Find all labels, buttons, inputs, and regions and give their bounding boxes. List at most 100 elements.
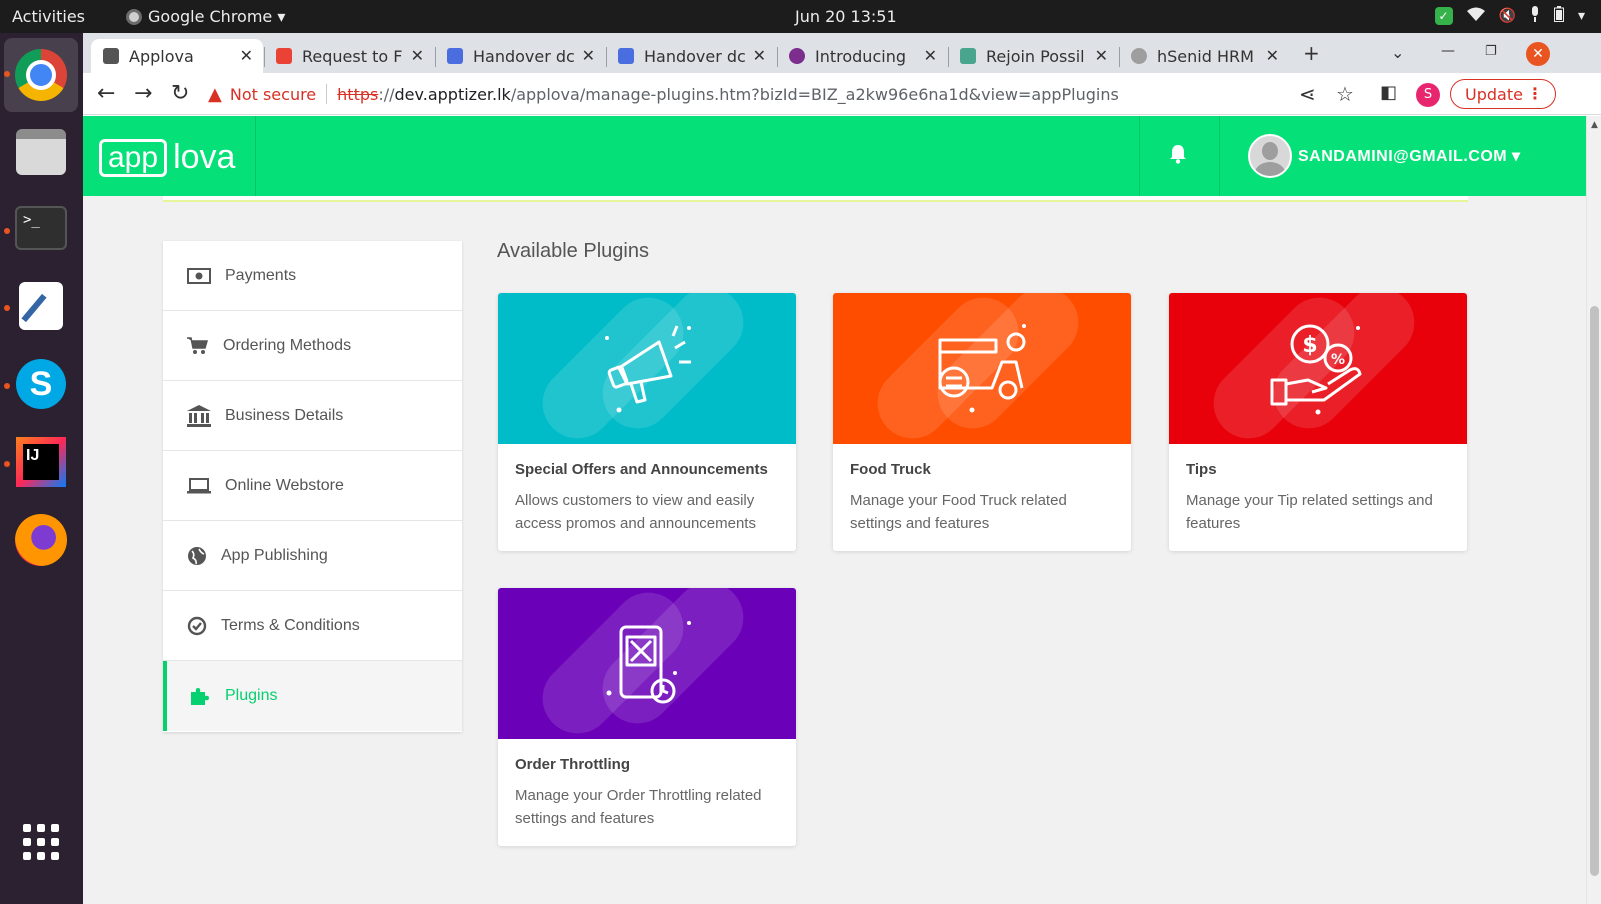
header-divider [1139,116,1140,196]
activities-button[interactable]: Activities [12,7,85,26]
clock[interactable]: Jun 20 13:51 [795,7,897,26]
minimize-button[interactable]: — [1441,43,1455,59]
dock-chrome[interactable] [14,48,68,102]
tab-close-icon[interactable]: ✕ [1266,46,1279,65]
url-host: dev.apptizer.lk [394,84,511,104]
show-applications-button[interactable] [14,815,68,869]
tab-close-icon[interactable]: ✕ [240,46,253,65]
plugin-card-order-throttling[interactable]: Order Throttling Manage your Order Throt… [498,588,796,846]
dock-text-editor[interactable] [14,279,68,333]
back-arrow-icon[interactable]: ← [97,81,115,106]
app-menu-label: Google Chrome ▾ [148,7,286,26]
gmail-icon [276,48,292,64]
sidebar-item-business-details[interactable]: Business Details [163,381,462,451]
tab-search-chevron-icon[interactable]: ⌄ [1391,43,1404,62]
browser-toolbar: ← → ↻ ▲ Not secure https://dev.apptizer.… [83,73,1601,115]
volume-muted-icon: 🔇 [1498,8,1516,24]
tab-applova[interactable]: Applova ✕ [91,39,263,73]
tab-title: Handover dc [644,46,746,66]
chrome-icon [126,8,142,25]
dock: >_ S IJ [0,33,83,904]
system-tray[interactable]: ✓ 🔇 ▾ [1434,6,1585,26]
omnibox-divider [326,84,328,104]
share-icon[interactable]: ⋖ [1299,82,1316,106]
url-scheme: https [337,84,379,104]
tab-close-icon[interactable]: ✕ [411,46,424,65]
system-menu-arrow-icon[interactable]: ▾ [1578,8,1585,24]
user-avatar[interactable] [1248,134,1292,178]
plugin-description: Manage your Order Throttling related set… [515,787,762,827]
tab-introducing[interactable]: Introducing ✕ [777,39,947,73]
plugin-title: Tips [1186,461,1217,478]
plugin-title: Special Offers and Announcements [515,461,768,478]
address-bar[interactable]: ▲ Not secure https://dev.apptizer.lk/app… [208,78,1468,110]
running-indicator [4,461,10,467]
security-shield-icon[interactable]: ✓ [1434,7,1453,25]
update-label: Update [1465,84,1523,104]
plugin-card-food-truck[interactable]: Food Truck Manage your Food Truck relate… [833,293,1131,551]
window-close-button[interactable]: ✕ [1526,42,1550,66]
page-scrollbar[interactable]: ▲ [1586,116,1601,904]
skype-icon: S [16,359,66,409]
side-panel-icon[interactable]: ◧ [1380,82,1397,103]
laptop-icon [187,477,211,493]
new-tab-button[interactable]: + [1303,41,1320,65]
tab-handover-2[interactable]: Handover dc ✕ [606,39,776,73]
tab-close-icon[interactable]: ✕ [924,46,937,65]
svg-text:%: % [1331,352,1345,368]
sidebar-item-online-webstore[interactable]: Online Webstore [163,451,462,521]
tab-handover-1[interactable]: Handover dc ✕ [435,39,605,73]
sidebar-item-label: Payments [225,266,297,284]
firefox-icon [15,514,67,566]
running-indicator [4,305,10,311]
profile-avatar[interactable]: S [1416,83,1440,107]
warning-triangle-icon[interactable]: ▲ [208,84,222,105]
intellij-icon: IJ [16,437,66,487]
more-menu-icon[interactable]: ⋮ [1527,84,1543,103]
dock-skype[interactable]: S [14,357,68,411]
plugin-card-special-offers[interactable]: Special Offers and Announcements Allows … [498,293,796,551]
applova-logo[interactable]: app lova [99,138,235,177]
scrollbar-thumb[interactable] [1590,306,1599,876]
scroll-up-arrow-icon[interactable]: ▲ [1591,120,1598,130]
bell-icon[interactable] [1168,144,1188,164]
sidebar-item-plugins[interactable]: Plugins [163,661,462,731]
tab-favicon-icon [789,48,805,64]
plugin-description: Allows customers to view and easily acce… [515,492,756,532]
update-button[interactable]: Update ⋮ [1450,79,1556,109]
plugin-card-tips[interactable]: $ % Tips Manage your Tip related setting… [1169,293,1467,551]
url-path: /applova/manage-plugins.htm?bizId=BIZ_a2… [510,84,1119,104]
plugin-description: Manage your Tip related settings and fea… [1186,492,1433,532]
docs-icon [447,48,463,64]
tab-rejoin[interactable]: Rejoin Possil ✕ [948,39,1118,73]
restore-button[interactable]: ❐ [1485,44,1497,59]
battery-icon [1553,6,1564,26]
tab-close-icon[interactable]: ✕ [582,46,595,65]
sidebar-item-terms-conditions[interactable]: Terms & Conditions [163,591,462,661]
tab-close-icon[interactable]: ✕ [1095,46,1108,65]
forward-arrow-icon[interactable]: → [134,81,152,106]
tab-strip: Applova ✕ Request to F ✕ Handover dc ✕ H… [83,33,1601,73]
sidebar-item-label: Business Details [225,406,344,424]
tab-hsenid[interactable]: hSenid HRM ✕ [1119,39,1289,73]
cart-icon [187,336,208,354]
user-menu[interactable]: SANDAMINI@GMAIL.COM ▾ [1298,146,1521,166]
reload-icon[interactable]: ↻ [171,81,189,106]
bookmark-star-icon[interactable]: ☆ [1336,82,1354,106]
sidebar-item-label: App Publishing [221,546,328,564]
app-menu[interactable]: Google Chrome ▾ [126,7,285,26]
dock-firefox[interactable] [14,513,68,567]
tab-request[interactable]: Request to F ✕ [264,39,434,73]
sidebar-item-ordering-methods[interactable]: Ordering Methods [163,311,462,381]
security-label[interactable]: Not secure [230,85,316,104]
sidebar-item-app-publishing[interactable]: App Publishing [163,521,462,591]
sidebar-item-payments[interactable]: Payments [163,241,462,311]
dock-files[interactable] [14,125,68,179]
tab-title: Rejoin Possil [986,46,1085,66]
tab-close-icon[interactable]: ✕ [753,46,766,65]
dock-terminal[interactable]: >_ [14,201,68,255]
plugin-banner: $ % [1169,293,1467,444]
plugin-banner [498,588,796,739]
dock-intellij[interactable]: IJ [14,435,68,489]
logo-lova: lova [173,138,236,176]
